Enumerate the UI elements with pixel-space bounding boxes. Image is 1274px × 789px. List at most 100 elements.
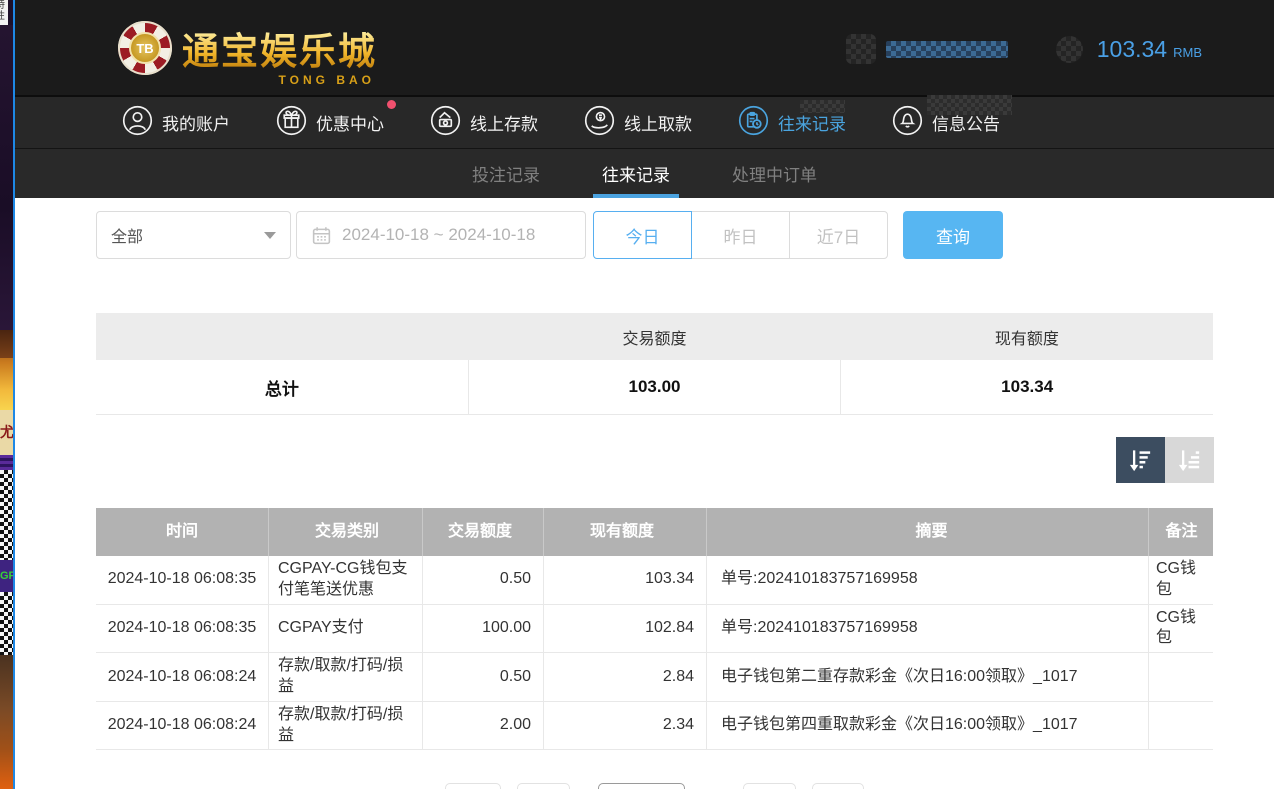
sliver-flame-image — [0, 655, 13, 789]
cell-summary: 电子钱包第二重存款彩金《次日16:00领取》_1017 — [706, 653, 1148, 701]
tab-label: 投注记录 — [472, 161, 540, 186]
cell-time: 2024-10-18 06:08:24 — [96, 653, 268, 701]
site-logo[interactable]: TB 通宝娱乐城 TONG BAO — [118, 21, 377, 75]
sliver-banner-char: 尤 — [0, 410, 13, 455]
cell-remark — [1148, 702, 1213, 750]
quick-button-label: 近7日 — [817, 223, 860, 248]
summary-header-blank — [96, 313, 468, 360]
calendar-icon — [311, 225, 332, 246]
date-range-input[interactable]: 2024-10-18 ~ 2024-10-18 — [296, 211, 586, 259]
table-row: 2024-10-18 06:08:24 存款/取款/打码/损益 0.50 2.8… — [96, 653, 1213, 702]
nav-item-my-account[interactable]: 我的账户 — [122, 105, 230, 141]
pagination-page-select[interactable] — [598, 783, 685, 789]
pagination-last-button[interactable] — [812, 783, 864, 789]
pagination-next-button[interactable] — [743, 783, 796, 789]
summary-header-row: 交易额度 现有额度 — [96, 313, 1213, 360]
summary-total-current-balance: 103.34 — [840, 360, 1213, 414]
sliver-qr-code — [0, 470, 13, 560]
quick-button-label: 今日 — [626, 223, 660, 248]
user-info-area: 103.34 RMB — [846, 34, 1202, 64]
tab-label: 处理中订单 — [732, 161, 817, 186]
table-row: 2024-10-18 06:08:35 CGPAY支付 100.00 102.8… — [96, 605, 1213, 654]
logo-text: 通宝娱乐城 TONG BAO — [182, 21, 377, 75]
tab-pending-orders[interactable]: 处理中订单 — [723, 149, 826, 198]
cell-type: CGPAY支付 — [268, 605, 422, 653]
cell-remark — [1148, 653, 1213, 701]
summary-total-label: 总计 — [96, 360, 468, 414]
record-tabs: 投注记录 往来记录 处理中订单 — [15, 148, 1274, 198]
balance-refresh-icon[interactable] — [1056, 36, 1083, 63]
sliver-qr-code-2 — [0, 592, 13, 655]
content-area: 全部 2024-10-18 ~ 2024-10-18 今日 昨日 近7日 查询 — [15, 198, 1274, 789]
quick-button-label: 昨日 — [724, 223, 758, 248]
account-icon — [122, 105, 153, 141]
table-row: 2024-10-18 06:08:24 存款/取款/打码/损益 2.00 2.3… — [96, 702, 1213, 751]
col-header-type: 交易类别 — [268, 508, 422, 556]
type-select[interactable]: 全部 — [96, 211, 291, 259]
nav-item-label: 线上取款 — [624, 110, 692, 135]
nav-item-promotions[interactable]: 优惠中心 — [276, 105, 384, 141]
nav-item-label: 优惠中心 — [316, 110, 384, 135]
cell-remark: CG钱包 — [1148, 556, 1213, 604]
cell-time: 2024-10-18 06:08:24 — [96, 702, 268, 750]
cell-type: CGPAY-CG钱包支付笔笔送优惠 — [268, 556, 422, 604]
sort-descending-button[interactable] — [1116, 437, 1165, 483]
col-header-balance: 现有额度 — [543, 508, 706, 556]
blur-patch — [927, 95, 1012, 115]
balance-amount: 103.34 — [1097, 36, 1167, 63]
chevron-down-icon — [264, 232, 276, 239]
table-header-row: 时间 交易类别 交易额度 现有额度 摘要 备注 — [96, 508, 1213, 556]
background-window-sliver: 特性 尤 GP — [0, 0, 13, 789]
sort-descending-icon — [1127, 447, 1154, 474]
filter-row: 全部 2024-10-18 ~ 2024-10-18 今日 昨日 近7日 查询 — [96, 211, 1213, 259]
tab-betting-records[interactable]: 投注记录 — [463, 149, 549, 198]
type-select-value: 全部 — [111, 223, 143, 247]
nav-item-label: 我的账户 — [162, 110, 230, 135]
table-row: 2024-10-18 06:08:35 CGPAY-CG钱包支付笔笔送优惠 0.… — [96, 556, 1213, 605]
gift-icon — [276, 105, 307, 141]
cell-balance: 2.84 — [543, 653, 706, 701]
col-header-remark: 备注 — [1148, 508, 1213, 556]
user-avatar — [846, 34, 876, 64]
cell-summary: 电子钱包第四重取款彩金《次日16:00领取》_1017 — [706, 702, 1148, 750]
pagination-prev-button[interactable] — [517, 783, 570, 789]
nav-item-deposit[interactable]: 线上存款 — [430, 105, 538, 141]
col-header-summary: 摘要 — [706, 508, 1148, 556]
cell-amount: 100.00 — [422, 605, 543, 653]
main-navigation: 我的账户 优惠中心 线上存款 线上取款 往来记录 信息公告 — [15, 97, 1274, 148]
logo-subtitle: TONG BAO — [279, 73, 375, 87]
cell-amount: 0.50 — [422, 556, 543, 604]
pagination-first-button[interactable] — [445, 783, 501, 789]
date-range-value: 2024-10-18 ~ 2024-10-18 — [342, 225, 535, 245]
cell-amount: 0.50 — [422, 653, 543, 701]
poker-chip-icon: TB — [118, 21, 172, 75]
summary-total-transaction-amount: 103.00 — [468, 360, 841, 414]
cell-time: 2024-10-18 06:08:35 — [96, 605, 268, 653]
sort-ascending-icon — [1176, 447, 1203, 474]
yesterday-button[interactable]: 昨日 — [691, 211, 790, 259]
cell-balance: 102.84 — [543, 605, 706, 653]
cell-summary: 单号:202410183757169958 — [706, 556, 1148, 604]
tab-transaction-records[interactable]: 往来记录 — [593, 149, 679, 198]
today-button[interactable]: 今日 — [593, 211, 692, 259]
records-icon — [738, 105, 769, 141]
last7days-button[interactable]: 近7日 — [789, 211, 888, 259]
pagination-bar — [15, 783, 1274, 789]
summary-total-row: 总计 103.00 103.34 — [96, 360, 1213, 415]
sliver-stripe — [0, 455, 13, 470]
sliver-purple-block — [0, 25, 13, 330]
col-header-time: 时间 — [96, 508, 268, 556]
balance-currency: RMB — [1173, 38, 1202, 60]
nav-item-withdraw[interactable]: 线上取款 — [584, 105, 692, 141]
sort-ascending-button[interactable] — [1165, 437, 1214, 483]
summary-table: 交易额度 现有额度 总计 103.00 103.34 — [96, 313, 1213, 415]
chip-monogram: TB — [129, 32, 161, 64]
summary-header-transaction-amount: 交易额度 — [468, 313, 840, 360]
quick-range-group: 今日 昨日 近7日 — [593, 211, 888, 259]
search-button[interactable]: 查询 — [903, 211, 1003, 259]
cell-type: 存款/取款/打码/损益 — [268, 702, 422, 750]
nav-item-label: 往来记录 — [778, 110, 846, 135]
bell-icon — [892, 105, 923, 141]
cell-summary: 单号:202410183757169958 — [706, 605, 1148, 653]
tab-label: 往来记录 — [602, 161, 670, 186]
